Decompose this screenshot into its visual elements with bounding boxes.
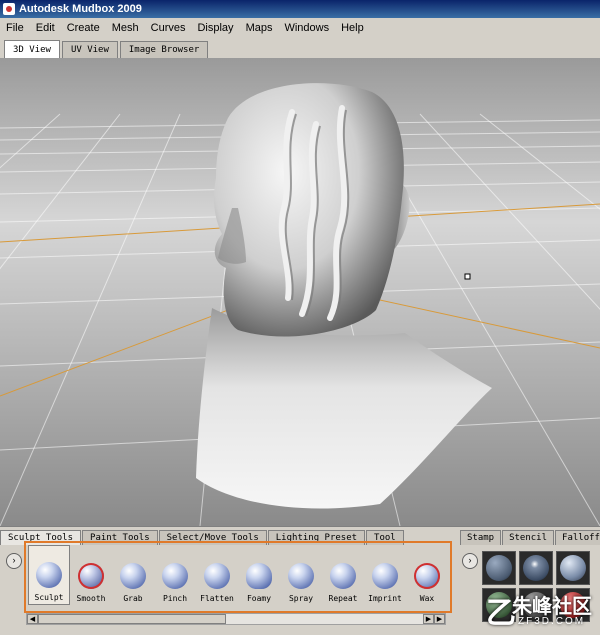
spray-icon <box>288 563 314 589</box>
scroll-left-icon[interactable]: ◀ <box>27 614 38 624</box>
menu-windows[interactable]: Windows <box>278 22 335 34</box>
menu-display[interactable]: Display <box>191 22 239 34</box>
tool-label: Foamy <box>246 594 272 603</box>
scroll-right-icon[interactable]: ▶ <box>423 614 434 624</box>
menu-maps[interactable]: Maps <box>240 22 279 34</box>
title-bar: Autodesk Mudbox 2009 <box>0 0 600 18</box>
stamp-swatch[interactable] <box>556 551 590 585</box>
tool-tray-scrollbar[interactable]: ◀ ▶ ▶ <box>26 613 446 625</box>
tool-foamy[interactable]: Foamy <box>238 545 280 605</box>
tool-label: Sculpt <box>34 593 64 602</box>
pivot-marker[interactable] <box>464 273 471 280</box>
menu-curves[interactable]: Curves <box>145 22 192 34</box>
repeat-icon <box>330 563 356 589</box>
tool-label: Spray <box>288 594 314 603</box>
tab-stamp[interactable]: Stamp <box>460 530 502 545</box>
mudbox-app-icon <box>3 3 15 15</box>
tool-label: Smooth <box>76 594 106 603</box>
tool-imprint[interactable]: Imprint <box>364 545 406 605</box>
viewport-scene <box>0 58 600 526</box>
menu-create[interactable]: Create <box>61 22 106 34</box>
sculpt-icon <box>36 562 62 588</box>
menu-mesh[interactable]: Mesh <box>106 22 145 34</box>
flatten-icon <box>204 563 230 589</box>
imprint-icon <box>372 563 398 589</box>
stamp-sphere-icon <box>560 555 586 581</box>
stamp-swatch[interactable] <box>519 551 553 585</box>
tab-3d-view[interactable]: 3D View <box>4 40 60 58</box>
tool-label: Grab <box>123 594 143 603</box>
tab-uv-view[interactable]: UV View <box>61 41 118 58</box>
tool-spray[interactable]: Spray <box>280 545 322 605</box>
sculpt-tools-row: Sculpt Smooth Grab Pinch Flatten Foamy S… <box>28 545 448 607</box>
tool-flatten[interactable]: Flatten <box>196 545 238 605</box>
stamp-sphere-icon <box>523 555 549 581</box>
tool-sculpt[interactable]: Sculpt <box>28 545 70 605</box>
foamy-icon <box>246 563 272 589</box>
watermark-url: ZF3D.COM <box>518 616 586 627</box>
menu-help[interactable]: Help <box>335 22 370 34</box>
tab-stencil[interactable]: Stencil <box>502 530 555 545</box>
menu-edit[interactable]: Edit <box>30 22 61 34</box>
scroll-end-icon[interactable]: ▶ <box>434 614 445 624</box>
tool-label: Repeat <box>328 594 358 603</box>
watermark: 乙 朱峰社区 ZF3D.COM <box>486 588 598 632</box>
3d-viewport[interactable] <box>0 58 600 526</box>
window-title: Autodesk Mudbox 2009 <box>19 3 142 15</box>
view-tabs: 3D View UV View Image Browser <box>0 39 600 58</box>
tool-label: Imprint <box>368 594 402 603</box>
tool-pinch[interactable]: Pinch <box>154 545 196 605</box>
stamp-tabs: Stamp Stencil Falloff <box>460 529 600 545</box>
tool-grab[interactable]: Grab <box>112 545 154 605</box>
grab-icon <box>120 563 146 589</box>
menu-file[interactable]: File <box>0 22 30 34</box>
watermark-text: 朱峰社区 <box>512 596 592 618</box>
smooth-icon <box>78 563 104 589</box>
tab-falloff[interactable]: Falloff <box>555 530 600 545</box>
pinch-icon <box>162 563 188 589</box>
stamp-swatch[interactable] <box>482 551 516 585</box>
tool-repeat[interactable]: Repeat <box>322 545 364 605</box>
tab-image-browser[interactable]: Image Browser <box>119 41 209 58</box>
stamp-sphere-icon <box>486 555 512 581</box>
stamp-expand-arrow-icon[interactable]: › <box>462 553 478 569</box>
tool-smooth[interactable]: Smooth <box>70 545 112 605</box>
tray-expand-arrow-icon[interactable]: › <box>6 553 22 569</box>
tool-label: Flatten <box>200 594 234 603</box>
tool-wax[interactable]: Wax <box>406 545 448 605</box>
menu-bar: File Edit Create Mesh Curves Display Map… <box>0 18 600 38</box>
wax-icon <box>414 563 440 589</box>
tool-label: Wax <box>419 594 435 603</box>
scrollbar-thumb[interactable] <box>38 614 226 624</box>
tool-label: Pinch <box>162 594 188 603</box>
